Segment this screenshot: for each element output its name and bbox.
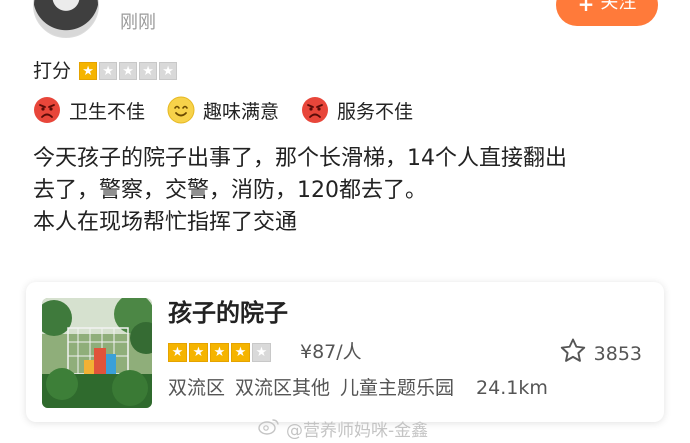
smile-face-icon [167, 96, 195, 124]
rating-label: 打分 [33, 60, 72, 82]
shop-district: 双流区 [168, 377, 226, 399]
star-empty-icon: ★ [252, 343, 271, 362]
star-filled-icon: ★ [231, 343, 250, 362]
follow-button[interactable]: + 关注 [556, 0, 658, 26]
favorite-count-value: 3853 [593, 342, 642, 365]
angry-face-icon [33, 96, 61, 124]
review-text: 今天孩子的院子出事了，那个长滑梯，14个人直接翻出 去了，警察，交警，消防，12… [33, 143, 653, 239]
star-filled-icon: ★ [189, 343, 208, 362]
avatar[interactable] [33, 0, 99, 38]
rating-stars: ★ ★ ★ ★ ★ [79, 62, 178, 80]
star-empty-icon: ★ [159, 62, 178, 80]
review-line: 今天孩子的院子出事了，那个长滑梯，14个人直接翻出 [33, 146, 567, 171]
weibo-logo-icon [258, 417, 280, 440]
star-filled-icon: ★ [79, 62, 98, 80]
watermark-text: @营养师妈咪-金鑫 [286, 421, 429, 441]
shop-rating-stars: ★ ★ ★ ★ ★ [168, 343, 271, 362]
rating-row: 打分 ★ ★ ★ ★ ★ [33, 56, 178, 86]
tag-fun: 趣味满意 [167, 96, 279, 124]
tag-text: 服务不佳 [337, 100, 414, 123]
shop-subdistrict: 双流区其他 [235, 377, 331, 399]
shop-name[interactable]: 孩子的院子 [168, 296, 288, 330]
star-empty-icon: ★ [119, 62, 138, 80]
star-filled-icon: ★ [168, 343, 187, 362]
star-outline-icon[interactable] [558, 336, 588, 371]
star-filled-icon: ★ [210, 343, 229, 362]
tag-service: 服务不佳 [301, 96, 413, 124]
watermark: @营养师妈咪-金鑫 [258, 416, 428, 441]
tag-text: 卫生不佳 [69, 100, 146, 123]
post-time: 刚刚 [120, 12, 156, 33]
favorite-count[interactable]: 3853 [558, 336, 642, 371]
shop-card[interactable]: 孩子的院子 ★ ★ ★ ★ ★ ¥87/人 3853 双流区 双流区其他 儿童主题乐园 … [26, 282, 664, 422]
shop-category: 儿童主题乐园 [340, 377, 455, 399]
shop-thumbnail[interactable] [42, 298, 152, 408]
shop-info: 双流区 双流区其他 儿童主题乐园 24.1km [168, 374, 548, 402]
review-line: 去了，警察，交警，消防，120都去了。 [33, 178, 427, 203]
star-empty-icon: ★ [99, 62, 118, 80]
star-empty-icon: ★ [139, 62, 158, 80]
shop-distance: 24.1km [476, 377, 548, 399]
plus-icon: + [577, 0, 595, 16]
angry-face-icon [301, 96, 329, 124]
tag-hygiene: 卫生不佳 [33, 96, 145, 124]
review-line: 本人在现场帮忙指挥了交通 [33, 210, 298, 235]
shop-price: ¥87/人 [300, 341, 362, 363]
review-tags: 卫生不佳 趣味满意 服务不佳 [33, 94, 435, 126]
follow-label: 关注 [600, 0, 637, 13]
tag-text: 趣味满意 [203, 100, 280, 123]
